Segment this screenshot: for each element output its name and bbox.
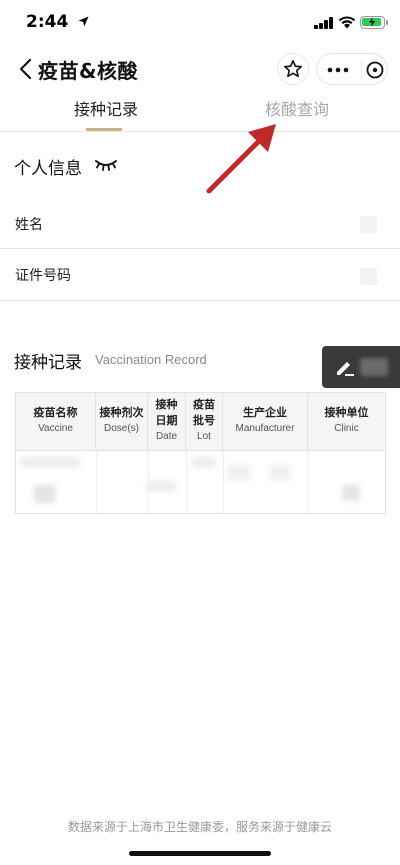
back-chevron-icon[interactable] bbox=[16, 56, 38, 82]
close-circle-icon[interactable] bbox=[365, 60, 385, 80]
edit-label-masked bbox=[360, 358, 388, 376]
column-label: 疫苗批号 bbox=[193, 398, 215, 427]
name-value-masked bbox=[360, 216, 377, 233]
table-header-cell: 接种日期 Date bbox=[148, 393, 186, 451]
column-sublabel: Date bbox=[155, 431, 178, 442]
more-dots-icon[interactable] bbox=[327, 63, 349, 77]
field-divider bbox=[0, 248, 400, 249]
vaccination-record-subtitle: Vaccination Record bbox=[95, 352, 207, 367]
home-indicator[interactable] bbox=[129, 851, 271, 856]
redacted-cell bbox=[342, 485, 360, 501]
redacted-cell bbox=[34, 485, 56, 503]
redacted-cell bbox=[146, 481, 176, 491]
redacted-cell bbox=[20, 457, 80, 467]
column-divider bbox=[186, 451, 187, 513]
favorite-button[interactable] bbox=[277, 53, 309, 85]
column-sublabel: Dose(s) bbox=[103, 423, 139, 434]
column-divider bbox=[148, 451, 149, 513]
status-bar: 2:44 bbox=[0, 0, 400, 46]
annotation-arrow-icon bbox=[206, 124, 276, 194]
signal-icon bbox=[314, 17, 333, 29]
redacted-cell bbox=[228, 465, 250, 481]
name-field-label: 姓名 bbox=[15, 217, 43, 233]
column-divider bbox=[223, 451, 224, 513]
table-header-cell: 疫苗批号 Lot bbox=[186, 393, 223, 451]
table-header-cell: 接种单位 Clinic bbox=[308, 393, 385, 451]
table-header: 疫苗名称 Vaccine 接种剂次 Dose(s) 接种日期 Date 疫苗批号… bbox=[16, 393, 385, 451]
vaccination-record-title: 接种记录 bbox=[14, 353, 82, 373]
redacted-cell bbox=[270, 465, 290, 481]
id-number-value-masked bbox=[360, 268, 377, 285]
status-time: 2:44 bbox=[26, 12, 69, 32]
edit-pencil-icon bbox=[337, 362, 354, 376]
column-divider bbox=[96, 451, 97, 513]
mini-program-capsule bbox=[316, 53, 388, 85]
column-label: 疫苗名称 bbox=[33, 406, 78, 419]
data-source-footer: 数据来源于上海市卫生健康委，服务来源于健康云 bbox=[67, 820, 332, 834]
star-icon bbox=[284, 60, 302, 78]
capsule-divider bbox=[361, 62, 362, 78]
edit-floating-button[interactable] bbox=[322, 346, 400, 388]
eye-closed-icon[interactable] bbox=[94, 158, 118, 172]
column-label: 生产企业 bbox=[243, 406, 287, 419]
battery-icon bbox=[360, 16, 388, 29]
redacted-cell bbox=[192, 457, 216, 467]
section-divider bbox=[0, 300, 400, 301]
vaccination-table: 疫苗名称 Vaccine 接种剂次 Dose(s) 接种日期 Date 疫苗批号… bbox=[15, 392, 386, 514]
location-arrow-icon bbox=[78, 16, 89, 27]
table-row-redacted bbox=[16, 451, 385, 513]
column-divider bbox=[308, 451, 309, 513]
column-sublabel: Lot bbox=[197, 431, 211, 442]
column-sublabel: Clinic bbox=[334, 423, 359, 434]
page-title: 疫苗&核酸 bbox=[38, 59, 138, 83]
id-number-field-label: 证件号码 bbox=[15, 268, 71, 284]
personal-info-title: 个人信息 bbox=[14, 159, 82, 179]
table-header-cell: 生产企业 Manufacturer bbox=[223, 393, 308, 451]
column-sublabel: Manufacturer bbox=[235, 423, 295, 434]
column-sublabel: Vaccine bbox=[38, 423, 73, 434]
table-header-cell: 疫苗名称 Vaccine bbox=[16, 393, 96, 451]
column-label: 接种日期 bbox=[155, 398, 178, 427]
table-header-cell: 接种剂次 Dose(s) bbox=[96, 393, 148, 451]
tab-vaccination-record[interactable]: 接种记录 bbox=[74, 98, 138, 122]
column-label: 接种单位 bbox=[324, 406, 369, 419]
wifi-icon bbox=[338, 16, 356, 29]
column-label: 接种剂次 bbox=[99, 406, 144, 419]
